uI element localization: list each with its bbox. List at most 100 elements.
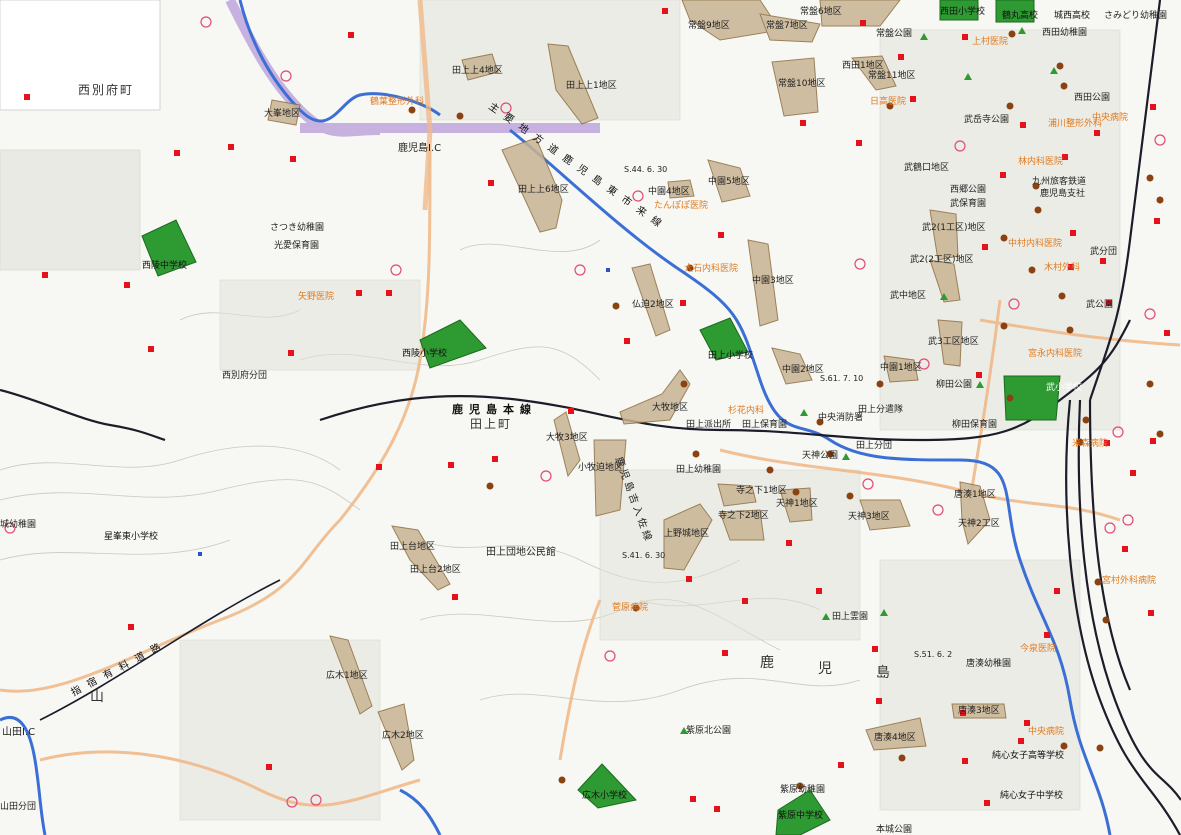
hazard-zone-label: 西田1地区	[842, 61, 884, 71]
hazard-zone-label: 田上上6地区	[518, 185, 569, 195]
town-name: 島	[876, 665, 892, 681]
facility-label: 紫原北公園	[686, 726, 732, 736]
hospital-label: 大石内科医院	[684, 264, 739, 274]
school-label: 武小学校	[1046, 383, 1083, 393]
hazard-zone-label: 中園4地区	[648, 187, 690, 197]
kindergarten-label: さみどり幼稚園	[1104, 11, 1168, 21]
school-label: 西田小学校	[940, 7, 986, 17]
school-label: 純心女子中学校	[1000, 791, 1064, 801]
blue-marker	[606, 268, 610, 272]
blue-marker	[198, 552, 202, 556]
facility-label: 九州旅客鉄道	[1032, 177, 1087, 187]
facility-label: 西郷公園	[950, 185, 987, 195]
hospital-label: 今泉医院	[1020, 644, 1057, 654]
facility-label: 田上霊園	[832, 612, 869, 622]
hazard-zone-label: 仏迫2地区	[632, 300, 674, 310]
kindergarten-label: 唐湊幼稚園	[966, 659, 1012, 669]
route-mark: S.44. 6. 30	[624, 165, 668, 174]
facility-label: 田上団地公民館	[486, 547, 556, 558]
hospital-label: 中村内科医院	[1008, 239, 1063, 249]
kindergarten-label: 田上保育園	[742, 420, 788, 430]
facility-label: 常盤公園	[876, 29, 913, 39]
school-label: 西陵中学校	[142, 261, 188, 271]
kindergarten-label: さつき幼稚園	[270, 223, 325, 233]
facility-label: 天神公園	[802, 451, 839, 461]
facility-label: 武岳寺公園	[964, 115, 1010, 125]
hazard-zone-label: 中園5地区	[708, 177, 750, 187]
kindergarten-label: 城幼稚園	[0, 520, 37, 530]
hazard-zone-label: 武2(2工区)地区	[910, 255, 974, 265]
hazard-zone-label: 武2(1工区)地区	[922, 223, 986, 233]
hospital-label: 上村医院	[972, 37, 1009, 47]
route-mark: S.41. 6. 30	[622, 551, 666, 560]
hospital-label: たんぽぽ医院	[654, 201, 709, 211]
hazard-zone-label: 田上上1地区	[566, 81, 617, 91]
facility-label: 山田分団	[0, 802, 37, 812]
hazard-zone-label: 大牧地区	[652, 403, 689, 413]
rail-label: 鹿児島本線	[452, 403, 537, 416]
facility-label: 田上分団	[856, 441, 893, 451]
school-label: 田上小学校	[708, 351, 754, 361]
hazard-zone-label: 田上台地区	[390, 542, 436, 552]
kindergarten-label: 田上幼稚園	[676, 465, 722, 475]
hospital-label: 木村外科	[1044, 263, 1081, 273]
school-label: 城西高校	[1054, 11, 1091, 21]
interchange-label: 鹿児島I.C	[398, 143, 442, 154]
school-label: 西陵小学校	[402, 349, 448, 359]
hazard-zone-label: 唐湊1地区	[954, 490, 996, 500]
hazard-zone-label: 寺之下1地区	[736, 486, 787, 496]
kindergarten-label: 柳田保育園	[952, 420, 998, 430]
hazard-zone-label: 田上上4地区	[452, 66, 503, 76]
school-label: 純心女子高等学校	[992, 751, 1065, 761]
hazard-zone-label: 小牧迫地区	[578, 463, 624, 473]
route-mark: S.51. 6. 2	[914, 650, 953, 659]
hazard-zone-label: 広木1地区	[326, 671, 368, 681]
town-name: 児	[818, 661, 834, 677]
kindergarten-label: 西田幼稚園	[1042, 28, 1088, 38]
hazard-zone-label: 天神3地区	[848, 512, 890, 522]
interchange-label: 山田I.C	[2, 727, 36, 738]
route-mark: S.61. 7. 10	[820, 374, 864, 383]
hazard-zone-label: 中園1地区	[880, 363, 922, 373]
facility-label: 武分団	[1090, 247, 1118, 257]
hazard-zone-label: 常盤7地区	[766, 21, 808, 31]
hazard-zone-label: 中園2地区	[782, 365, 824, 375]
town-name: 鹿	[760, 655, 776, 671]
facility-label: 本城公園	[876, 825, 913, 835]
kindergarten-label: 紫原幼稚園	[780, 785, 826, 795]
hospital-label: 林内科医院	[1018, 157, 1064, 167]
facility-label: 中央消防署	[818, 413, 864, 423]
facility-label: 田上分遣隊	[858, 405, 904, 415]
hazard-zone-label: 唐湊4地区	[874, 733, 916, 743]
hospital-label: 中央病院	[1092, 113, 1129, 123]
hazard-zone-label: 常盤6地区	[800, 7, 842, 17]
facility-label: 武保育園	[950, 199, 987, 209]
hazard-zone-label: 大峯地区	[264, 109, 301, 119]
school-label: 鶴丸高校	[1002, 11, 1039, 21]
school-label: 紫原中学校	[778, 811, 824, 821]
hazard-zone-label: 唐湊3地区	[958, 706, 1000, 716]
facility-label: 西別府分団	[222, 371, 268, 381]
hazard-zone	[553, 411, 581, 478]
kindergarten-label: 光愛保育園	[274, 241, 320, 251]
facility-label: 西田公園	[1074, 93, 1111, 103]
town-name: 田上町	[470, 417, 513, 431]
facility-label: 田上派出所	[686, 420, 732, 430]
hazard-zone	[391, 525, 451, 591]
hospital-label: 宮永内科医院	[1028, 349, 1083, 359]
hazard-map	[0, 0, 1181, 835]
hazard-zone-label: 武鶴口地区	[904, 163, 950, 173]
hospital-label: 宮村外科病院	[1102, 576, 1157, 586]
hazard-zone-label: 天神2工区	[958, 519, 1000, 529]
facility-label: 武公園	[1086, 300, 1114, 310]
hospital-label: 菅原病院	[612, 603, 649, 613]
hazard-zone-label: 常盤9地区	[688, 21, 730, 31]
hazard-zone-label: 大牧3地区	[546, 433, 588, 443]
hazard-zone-label: 上野城地区	[664, 529, 710, 539]
hospital-label: 米森病院	[1072, 439, 1109, 449]
school-label: 星峯東小学校	[104, 532, 159, 542]
hazard-zone-label: 常盤11地区	[868, 71, 916, 81]
hospital-label: 矢野医院	[298, 292, 335, 302]
hazard-zone-label: 武中地区	[890, 291, 927, 301]
facility-label: 柳田公園	[936, 380, 973, 390]
